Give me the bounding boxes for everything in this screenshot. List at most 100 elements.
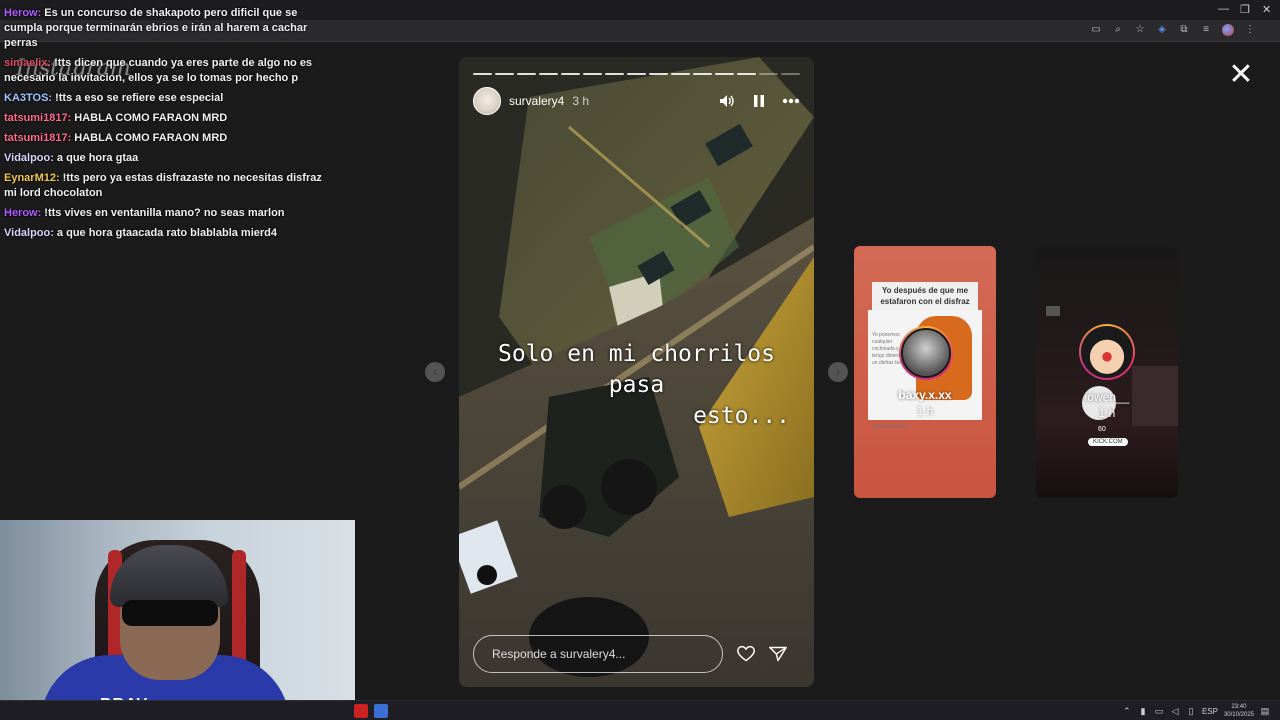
progress-segment (473, 73, 492, 75)
extension-icon[interactable]: ◈ (1156, 24, 1168, 36)
heart-icon[interactable] (737, 645, 755, 663)
minimize-icon[interactable]: — (1218, 3, 1229, 15)
chat-message: simaelix: !tts dicen que cuando ya eres p… (4, 56, 324, 86)
chat-message: Vidalpoo: a que hora gtaacada rato blabla… (4, 226, 324, 241)
more-options-icon[interactable] (782, 92, 800, 110)
battery-icon[interactable]: ▯ (1186, 706, 1196, 716)
progress-segment (627, 73, 646, 75)
close-window-icon[interactable]: ✕ (1262, 3, 1271, 16)
chat-message: tatsumi1817: HABLA COMO FARAON MRD (4, 131, 324, 146)
notification-icon[interactable]: ▤ (1260, 706, 1270, 716)
progress-segment (517, 73, 536, 75)
app-icon-blue[interactable] (374, 704, 388, 718)
send-icon[interactable] (769, 645, 787, 663)
chat-message: tatsumi1817: HABLA COMO FARAON MRD (4, 111, 324, 126)
story-reply-bar (473, 635, 800, 673)
volume-icon[interactable] (718, 92, 736, 110)
caption-line-2: esto... (693, 403, 790, 429)
story-preview-iowen[interactable]: iowen__ 1 h 60 KICK.COM (1036, 246, 1178, 498)
chat-text: !tts vives en ventanilla mano? no seas m… (44, 207, 285, 219)
chat-message: Herow: Es un concurso de shakapoto pero d… (4, 6, 324, 51)
previous-story-button[interactable]: ‹ (425, 362, 445, 382)
taskbar: ⌃ ▮ ▭ ◁ ▯ ESP 23:40 30/10/2025 ▤ (0, 700, 1280, 720)
close-story-button[interactable]: ✕ (1226, 60, 1256, 90)
progress-segment (715, 73, 734, 75)
network-icon[interactable]: ▭ (1154, 706, 1164, 716)
clock-time: 23:40 (1231, 704, 1247, 710)
story-header: survalery4 3 h (473, 87, 800, 115)
progress-segment (539, 73, 558, 75)
preview-time: 1 h (916, 404, 934, 418)
language-indicator[interactable]: ESP (1202, 707, 1218, 716)
bookmark-star-icon[interactable]: ☆ (1134, 24, 1146, 36)
chat-username[interactable]: Vidalpoo: (4, 227, 54, 239)
story-viewer[interactable]: survalery4 3 h Solo en mi chorrilos pasa… (459, 57, 814, 687)
preview-avatar[interactable] (1079, 324, 1135, 380)
preview-avatar[interactable] (899, 326, 953, 380)
chat-username[interactable]: KA3TOS: (4, 92, 52, 104)
story-username[interactable]: survalery4 (509, 94, 564, 108)
app-icon-red[interactable] (354, 704, 368, 718)
zoom-icon[interactable]: ⌕ (1112, 24, 1124, 36)
chat-message: KA3TOS: !tts a eso se refiere ese especia… (4, 91, 324, 106)
taskbar-apps (354, 704, 388, 718)
progress-segment (759, 73, 778, 75)
webcam-overlay: BRAV (0, 520, 355, 720)
chat-username[interactable]: tatsumi1817: (4, 112, 71, 124)
caption-line-1: Solo en mi chorrilos pasa (498, 341, 775, 398)
chat-username[interactable]: Herow: (4, 207, 41, 219)
maximize-icon[interactable]: ❐ (1240, 3, 1250, 16)
cast-icon[interactable]: ▭ (1090, 24, 1102, 36)
reply-input[interactable] (473, 635, 723, 673)
more-vert-icon[interactable]: ⋮ (1244, 24, 1256, 36)
chat-message: EynarM12: !tts pero ya estas disfrazaste … (4, 171, 324, 201)
speaker-icon[interactable]: ◁ (1170, 706, 1180, 716)
preview-kick-tag: KICK.COM (1088, 438, 1128, 446)
chat-username[interactable]: Herow: (4, 7, 41, 19)
puzzle-icon[interactable]: ⧉ (1178, 24, 1190, 36)
profile-avatar-icon[interactable] (1222, 24, 1234, 36)
chat-username[interactable]: EynarM12: (4, 172, 60, 184)
pause-icon[interactable] (750, 92, 768, 110)
system-tray: ⌃ ▮ ▭ ◁ ▯ ESP 23:40 30/10/2025 ▤ (1122, 703, 1270, 719)
streamer-sunglasses (122, 600, 218, 626)
chat-text: Es un concurso de shakapoto pero dificil… (4, 7, 308, 49)
clock-date: 30/10/2025 (1223, 712, 1254, 718)
preview-handle: @lacolchetamire (872, 424, 910, 430)
progress-segment (495, 73, 514, 75)
story-progress-bar (473, 73, 800, 76)
chat-message: Herow: !tts vives en ventanilla mano? no … (4, 206, 324, 221)
browser-extensions: ▭ ⌕ ☆ ◈ ⧉ ≡ ⋮ (1090, 24, 1256, 36)
chat-message: Vidalpoo: a que hora gtaa (4, 151, 324, 166)
chat-username[interactable]: simaelix: (4, 57, 51, 69)
progress-segment (561, 73, 580, 75)
story-preview-baxy[interactable]: Yo después de que me estafaron con el di… (854, 246, 996, 498)
chat-text: a que hora gtaacada rato blablabla mierd… (56, 227, 277, 239)
chat-username[interactable]: tatsumi1817: (4, 132, 71, 144)
story-timestamp: 3 h (572, 94, 590, 108)
chat-text: HABLA COMO FARAON MRD (74, 112, 228, 124)
tray-expand-icon[interactable]: ⌃ (1122, 706, 1132, 716)
progress-segment (781, 73, 800, 75)
story-user-avatar[interactable] (473, 87, 501, 115)
stream-chat: Herow: Es un concurso de shakapoto pero d… (4, 6, 324, 246)
story-caption: Solo en mi chorrilos pasa esto... (483, 339, 790, 432)
chat-text: !tts a eso se refiere ese especial (55, 92, 224, 104)
microphone-icon[interactable]: ▮ (1138, 706, 1148, 716)
preview-username: iowen__ (1084, 390, 1130, 404)
next-story-button[interactable]: › (828, 362, 848, 382)
chat-username[interactable]: Vidalpoo: (4, 152, 54, 164)
chat-text: a que hora gtaa (56, 152, 139, 164)
preview-time: 1 h (1098, 406, 1116, 420)
preview-badge: 60 (1098, 426, 1106, 433)
preview-username: baxy.x.xx (898, 388, 952, 402)
progress-segment (605, 73, 624, 75)
menu-lines-icon[interactable]: ≡ (1200, 24, 1212, 36)
preview-lamp (1046, 306, 1060, 316)
progress-segment (649, 73, 668, 75)
taskbar-clock[interactable]: 23:40 30/10/2025 (1224, 703, 1254, 719)
chat-text: HABLA COMO FARAON MRD (74, 132, 228, 144)
progress-segment (583, 73, 602, 75)
progress-segment (693, 73, 712, 75)
progress-segment (737, 73, 756, 75)
